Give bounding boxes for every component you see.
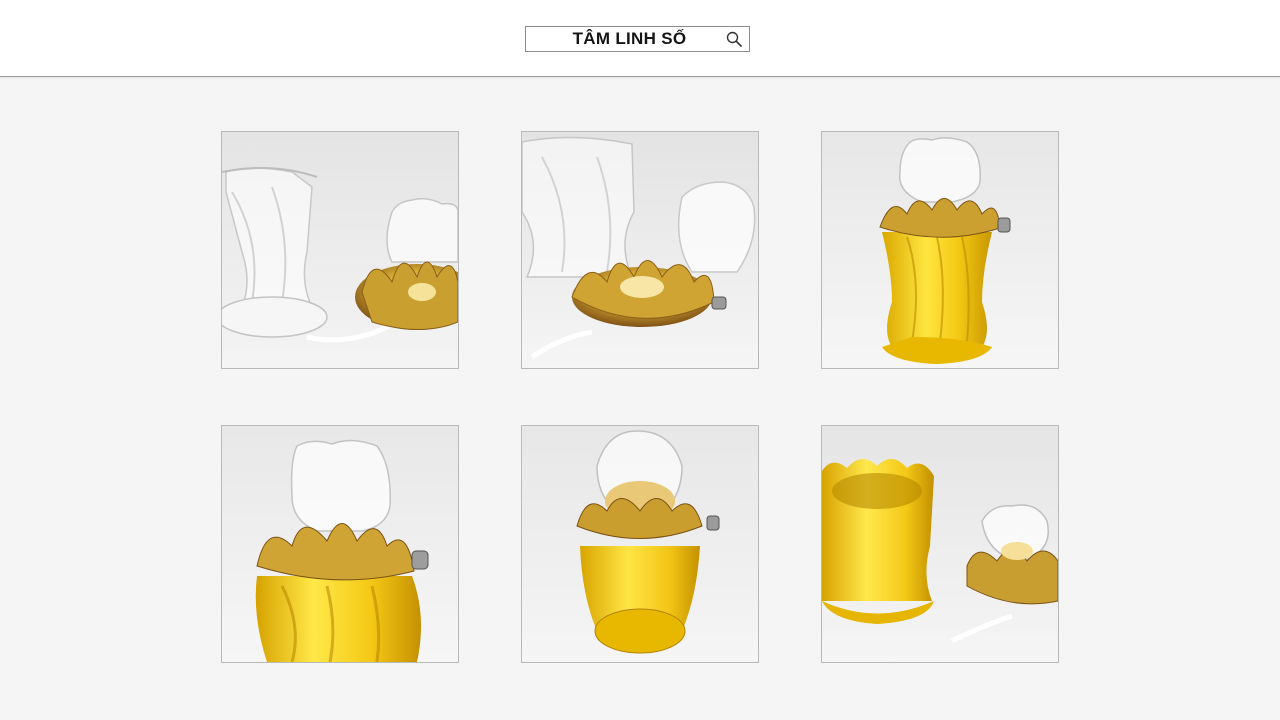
product-image-1[interactable] [221, 131, 459, 369]
product-image-3[interactable] [821, 131, 1059, 369]
product-image-grid [0, 77, 1280, 720]
product-image-2[interactable] [521, 131, 759, 369]
search-input[interactable]: TÂM LINH SỐ [526, 29, 719, 49]
search-icon[interactable] [719, 27, 749, 51]
product-image-5[interactable] [521, 425, 759, 663]
top-bar: TÂM LINH SỐ [0, 0, 1280, 77]
product-image-4[interactable] [221, 425, 459, 663]
product-image-6[interactable] [821, 425, 1059, 663]
search-bar[interactable]: TÂM LINH SỐ [525, 26, 750, 52]
